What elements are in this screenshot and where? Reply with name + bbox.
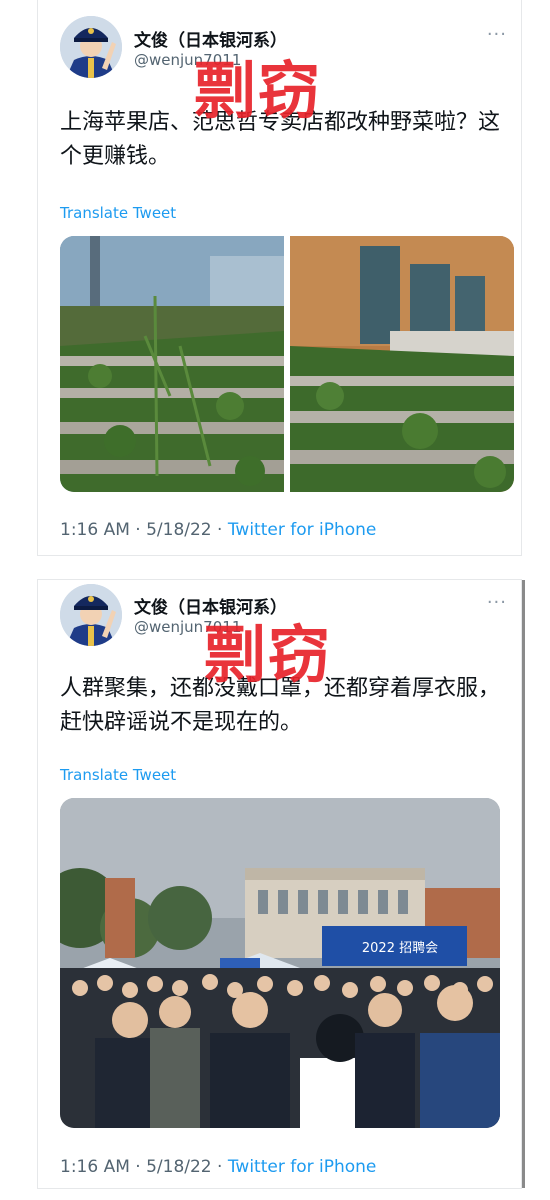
source-app-link[interactable]: Twitter for iPhone <box>228 1157 377 1177</box>
translate-tweet-link[interactable]: Translate Tweet <box>60 204 176 222</box>
more-options-icon[interactable]: ··· <box>487 592 507 613</box>
tweet-metadata: 1:16 AM · 5/18/22 · Twitter for iPhone <box>60 520 376 540</box>
photo-crowd: 2022 招聘会 <box>60 798 500 1128</box>
tweet-timestamp[interactable]: 1:16 AM · 5/18/22 · <box>60 520 228 540</box>
photo-right <box>290 236 514 492</box>
tweet-media[interactable] <box>60 236 514 492</box>
banner-text: 2022 招聘会 <box>362 941 438 956</box>
tweet-metadata: 1:16 AM · 5/18/22 · Twitter for iPhone <box>60 1157 376 1177</box>
avatar-image <box>60 584 122 646</box>
photo-grid <box>60 236 514 492</box>
more-options-icon[interactable]: ··· <box>487 24 507 45</box>
display-name[interactable]: 文俊（日本银河系） <box>134 593 287 618</box>
source-app-link[interactable]: Twitter for iPhone <box>228 520 377 540</box>
translate-tweet-link[interactable]: Translate Tweet <box>60 766 176 784</box>
tweet-card[interactable]: 文俊（日本银河系） @wenjun7011 ··· 人群聚集，还都没戴口罩，还都… <box>37 579 525 1189</box>
photo-left <box>60 236 284 492</box>
display-name[interactable]: 文俊（日本银河系） <box>134 26 287 51</box>
avatar[interactable] <box>60 16 122 78</box>
avatar-image <box>60 16 122 78</box>
watermark-stamp: 剽窃 <box>194 54 323 127</box>
tweet-timestamp[interactable]: 1:16 AM · 5/18/22 · <box>60 1157 228 1177</box>
tweet-media[interactable]: 2022 招聘会 <box>60 798 500 1128</box>
watermark-stamp: 剽窃 <box>204 618 333 691</box>
tweet-card[interactable]: 文俊（日本银河系） @wenjun7011 ··· 上海苹果店、范思哲专卖店都改… <box>37 0 522 556</box>
avatar[interactable] <box>60 584 122 646</box>
